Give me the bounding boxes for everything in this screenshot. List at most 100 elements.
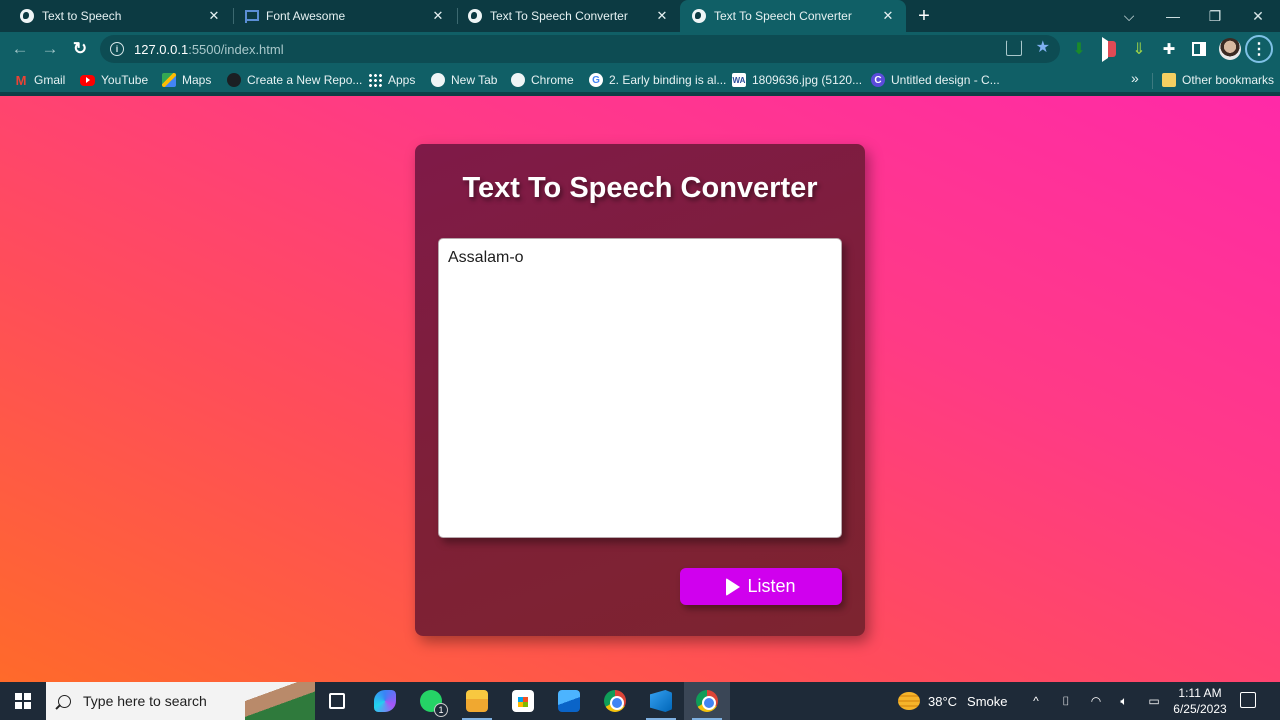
chrome-profile-icon <box>696 690 718 712</box>
file-explorer-icon <box>466 690 488 712</box>
bookmark-github[interactable]: Create a New Repo... <box>227 71 362 89</box>
maps-icon <box>162 73 176 87</box>
profile-avatar[interactable] <box>1219 38 1241 60</box>
taskbar-search[interactable]: Type here to search <box>46 682 315 720</box>
restore-button[interactable]: ❐ <box>1193 0 1237 32</box>
extension-green-icon[interactable]: ⬇ <box>1070 40 1088 58</box>
weather-temp: 38°C <box>928 693 958 709</box>
close-tab-icon[interactable]: ✕ <box>206 8 222 24</box>
tray-battery[interactable]: ▭ <box>1146 682 1162 720</box>
listen-label: Listen <box>747 576 796 596</box>
whatsapp-icon: 1 <box>420 690 448 717</box>
camera-icon: ⌷ <box>1062 693 1070 708</box>
new-tab-button[interactable]: + <box>914 6 934 26</box>
converter-card: Text To Speech Converter Assalam-o Liste… <box>415 144 865 636</box>
tab-text-to-speech-converter[interactable]: Text To Speech Converter ✕ <box>456 0 680 32</box>
weather-widget[interactable]: 38°C Smoke <box>898 682 1008 720</box>
tray-network[interactable]: ◠ <box>1088 682 1104 720</box>
close-tab-icon[interactable]: ✕ <box>654 8 670 24</box>
bookmark-label: 2. Early binding is al... <box>609 73 727 87</box>
extension-download-icon[interactable]: ⇓ <box>1130 40 1148 58</box>
tab-title: Text To Speech Converter <box>490 9 628 23</box>
notification-center-icon[interactable] <box>1240 692 1256 708</box>
tray-overflow[interactable]: ^ <box>1028 682 1044 720</box>
taskbar-task-view[interactable] <box>314 682 360 720</box>
site-info-icon[interactable]: i <box>110 42 124 56</box>
system-clock[interactable]: 1:11 AM 6/25/2023 <box>1170 685 1230 717</box>
speech-text-input[interactable]: Assalam-o <box>438 238 842 538</box>
close-tab-icon[interactable]: ✕ <box>430 8 446 24</box>
globe-icon <box>692 9 706 23</box>
clock-date: 6/25/2023 <box>1173 702 1227 716</box>
taskbar-whatsapp[interactable]: 1 <box>408 682 454 720</box>
side-panel-icon[interactable] <box>1190 40 1208 58</box>
bookmark-early-binding[interactable]: G 2. Early binding is al... <box>589 71 726 89</box>
close-tab-icon[interactable]: ✕ <box>880 8 896 24</box>
bookmark-maps[interactable]: Maps <box>162 71 211 89</box>
mail-icon <box>558 690 580 712</box>
globe-icon <box>431 73 445 87</box>
extensions-puzzle-icon[interactable]: ✚ <box>1160 40 1178 58</box>
taskbar-copilot[interactable] <box>362 682 408 720</box>
bookmark-star-icon[interactable]: ★ <box>1036 40 1050 56</box>
bookmark-chrome[interactable]: Chrome <box>511 71 574 89</box>
bookmark-label: New Tab <box>451 73 498 87</box>
url-text[interactable]: 127.0.0.1:5500/index.html <box>134 42 284 57</box>
chevron-up-icon: ^ <box>1033 694 1039 708</box>
tab-font-awesome[interactable]: Font Awesome ✕ <box>232 0 456 32</box>
share-icon[interactable] <box>1005 40 1022 56</box>
bookmark-label: Apps <box>388 73 416 87</box>
taskbar-vscode[interactable] <box>638 682 684 720</box>
globe-icon <box>20 9 34 23</box>
github-icon <box>227 73 241 87</box>
bookmark-label: 1809636.jpg (5120... <box>752 73 863 87</box>
menu-icon[interactable]: ⋮ <box>1245 35 1273 63</box>
taskbar-mail[interactable] <box>546 682 592 720</box>
chrome-icon <box>604 690 626 712</box>
bookmarks-bar: M Gmail YouTube Maps Create a New Repo...… <box>0 66 1280 94</box>
globe-icon <box>511 73 525 87</box>
bookmark-jpg[interactable]: WA 1809636.jpg (5120... <box>732 71 862 89</box>
bookmark-canva[interactable]: C Untitled design - C... <box>871 71 1000 89</box>
address-bar[interactable]: i 127.0.0.1:5500/index.html ★ <box>100 35 1060 63</box>
bookmark-label: Untitled design - C... <box>891 73 1000 87</box>
tab-text-to-speech-converter-active[interactable]: Text To Speech Converter ✕ <box>680 0 906 32</box>
bookmark-apps[interactable]: Apps <box>368 71 415 89</box>
task-view-icon <box>329 693 345 709</box>
flag-icon <box>244 9 259 23</box>
start-button[interactable] <box>0 682 46 720</box>
apps-grid-icon <box>368 73 382 87</box>
close-window-button[interactable]: ✕ <box>1236 0 1280 32</box>
reload-button[interactable]: ↻ <box>68 37 92 61</box>
bookmark-label: YouTube <box>101 73 149 87</box>
gmail-icon: M <box>15 72 27 88</box>
bookmark-gmail[interactable]: M Gmail <box>14 71 66 89</box>
bookmark-youtube[interactable]: YouTube <box>80 71 148 89</box>
search-highlight-art <box>245 682 315 720</box>
tray-volume[interactable]: 🔈︎ <box>1116 682 1132 720</box>
tab-title: Text to Speech <box>42 9 122 23</box>
bookmarks-overflow-button[interactable]: » <box>1131 70 1139 86</box>
listen-button[interactable]: Listen <box>680 568 842 605</box>
youtube-icon <box>80 74 95 86</box>
globe-icon <box>468 9 482 23</box>
back-button[interactable]: ← <box>8 37 32 61</box>
tray-meet-now[interactable]: ⌷ <box>1058 682 1074 720</box>
minimize-button[interactable]: — <box>1151 0 1195 32</box>
bookmark-label: Gmail <box>34 73 66 87</box>
taskbar-chrome[interactable] <box>592 682 638 720</box>
copilot-icon <box>374 690 396 712</box>
extension-pocket-icon[interactable] <box>1100 40 1118 58</box>
tab-title: Font Awesome <box>266 9 346 23</box>
taskbar-store[interactable] <box>500 682 546 720</box>
taskbar: Type here to search 1 38°C Smoke ^ ⌷ ◠ 🔈… <box>0 682 1280 720</box>
page-background: Text To Speech Converter Assalam-o Liste… <box>0 96 1280 682</box>
taskbar-chrome-profile[interactable] <box>684 682 730 720</box>
tab-text-to-speech[interactable]: Text to Speech ✕ <box>8 0 232 32</box>
other-bookmarks[interactable]: Other bookmarks <box>1162 71 1274 89</box>
tab-search-button[interactable]: ⌵ <box>1107 0 1151 32</box>
taskbar-file-explorer[interactable] <box>454 682 500 720</box>
bookmark-new-tab[interactable]: New Tab <box>431 71 497 89</box>
store-icon <box>512 690 534 712</box>
forward-button[interactable]: → <box>38 37 62 61</box>
